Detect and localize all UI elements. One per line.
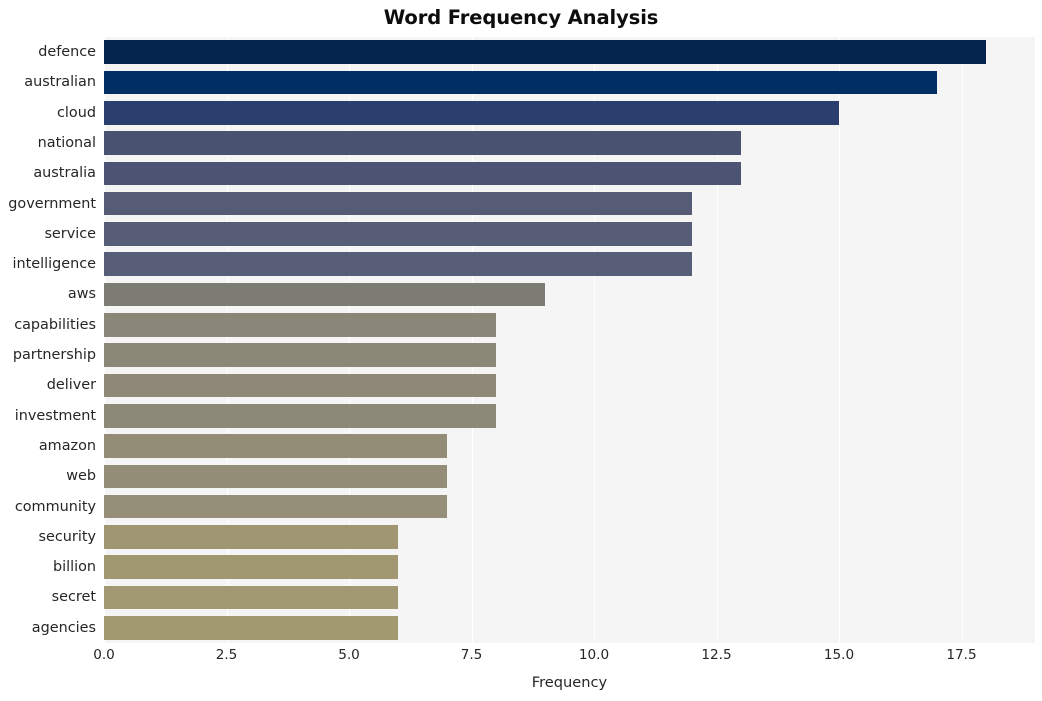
y-tick-label: community (14, 498, 96, 515)
bar-row (104, 613, 1035, 643)
y-axis-tick-labels: defence australian cloud national australia g… (0, 37, 96, 643)
bar-partnership[interactable] (104, 343, 496, 367)
bar-row (104, 582, 1035, 612)
bar-row (104, 340, 1035, 370)
bar-row (104, 370, 1035, 400)
bar-capabilities[interactable] (104, 313, 496, 337)
x-tick-label: 10.0 (578, 647, 610, 663)
bar-row (104, 431, 1035, 461)
bar-secret[interactable] (104, 585, 398, 610)
y-tick-label: capabilities (14, 316, 96, 333)
bar-investment[interactable] (104, 403, 496, 428)
y-tick-label: intelligence (12, 256, 96, 273)
bar-intelligence[interactable] (104, 252, 692, 277)
bar-australian[interactable] (104, 70, 937, 95)
x-tick-label: 17.5 (946, 647, 977, 663)
bar-security[interactable] (104, 525, 398, 549)
y-tick-label: australia (33, 165, 96, 182)
bar-row (104, 310, 1035, 340)
plot-area (104, 37, 1035, 643)
y-tick-label: cloud (57, 104, 96, 121)
y-tick-label: web (66, 468, 96, 485)
bar-row (104, 67, 1035, 97)
bar-row (104, 279, 1035, 309)
x-tick-label: 5.0 (338, 647, 360, 663)
x-axis-tick-labels: 0.0 2.5 5.0 7.5 10.0 12.5 15.0 17.5 (0, 647, 1042, 669)
y-tick-label: investment (14, 407, 96, 424)
bar-row (104, 189, 1035, 219)
bar-national[interactable] (104, 131, 741, 155)
bar-agencies[interactable] (104, 616, 398, 640)
bar-service[interactable] (104, 222, 692, 246)
bar-community[interactable] (104, 494, 447, 519)
x-tick-label: 2.5 (215, 647, 238, 663)
bar-row (104, 401, 1035, 431)
word-frequency-chart: Word Frequency Analysis defence australia… (0, 0, 1042, 701)
bar-series (104, 37, 1035, 643)
y-tick-label: secret (51, 589, 96, 606)
bar-cloud[interactable] (104, 100, 839, 125)
y-tick-label: australian (24, 74, 96, 91)
bar-australia[interactable] (104, 161, 741, 186)
y-tick-label: aws (67, 286, 96, 303)
bar-row (104, 158, 1035, 188)
bar-aws[interactable] (104, 282, 545, 307)
bar-government[interactable] (104, 191, 692, 216)
bar-row (104, 128, 1035, 158)
y-tick-label: defence (38, 44, 96, 60)
y-tick-label: national (37, 134, 96, 151)
x-tick-label: 0.0 (93, 647, 115, 663)
y-tick-label: agencies (31, 619, 96, 636)
x-tick-label: 7.5 (460, 647, 483, 663)
bar-row (104, 461, 1035, 491)
y-tick-label: security (38, 528, 96, 545)
chart-title: Word Frequency Analysis (383, 6, 659, 29)
bar-row (104, 492, 1035, 522)
bar-row (104, 522, 1035, 552)
x-axis-title: Frequency (531, 674, 608, 691)
bar-row (104, 249, 1035, 279)
y-tick-label: service (44, 225, 96, 242)
bar-billion[interactable] (104, 555, 398, 580)
bar-row (104, 552, 1035, 582)
bar-amazon[interactable] (104, 434, 447, 458)
bar-deliver[interactable] (104, 373, 496, 398)
bar-row (104, 98, 1035, 128)
y-tick-label: amazon (38, 437, 96, 454)
bar-web[interactable] (104, 464, 447, 489)
bar-row (104, 219, 1035, 249)
x-tick-label: 12.5 (701, 647, 732, 663)
bar-defence[interactable] (104, 40, 986, 64)
y-tick-label: deliver (46, 377, 96, 394)
y-tick-label: billion (52, 559, 96, 576)
x-tick-label: 15.0 (823, 647, 855, 663)
y-tick-label: government (8, 195, 96, 212)
bar-row (104, 37, 1035, 67)
y-tick-label: partnership (12, 347, 96, 363)
